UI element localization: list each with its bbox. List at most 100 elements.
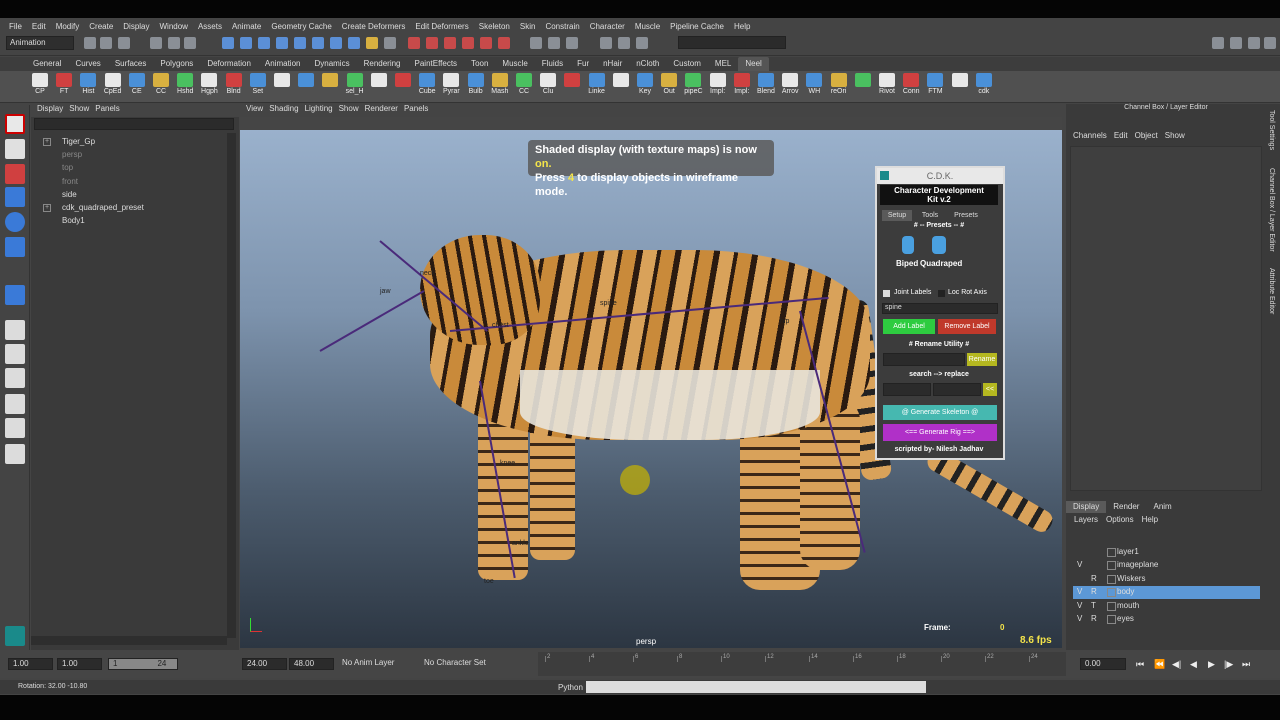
viewport-menu-lighting[interactable]: Lighting [305, 104, 333, 117]
render-view-icon[interactable] [480, 37, 492, 49]
lock-icon[interactable] [366, 37, 378, 49]
menu-animate[interactable]: Animate [232, 22, 261, 31]
persp-graph-icon[interactable] [5, 394, 25, 414]
expand-toggle-icon[interactable]: + [43, 138, 51, 146]
add-label-button[interactable]: Add Label [883, 319, 935, 334]
shelf-tool-button[interactable]: Linke [587, 73, 607, 101]
layer-color-swatch[interactable] [1107, 601, 1116, 611]
menu-set-select[interactable]: Animation [6, 36, 74, 50]
single-pane-icon[interactable] [5, 320, 25, 340]
shelf-tab-general[interactable]: General [26, 57, 68, 71]
outliner-item[interactable]: Tiger_Gp [62, 137, 95, 146]
outliner-menu-display[interactable]: Display [37, 104, 63, 117]
hypershade-layout-icon[interactable] [5, 418, 25, 438]
persp-outliner-icon[interactable] [5, 368, 25, 388]
open-scene-icon[interactable] [100, 37, 112, 49]
show-tool-settings-icon[interactable] [566, 37, 578, 49]
input-ops-icon[interactable] [384, 37, 396, 49]
new-scene-icon[interactable] [84, 37, 96, 49]
start-time-field[interactable]: 1.00 [8, 658, 53, 670]
shelf-tab-fur[interactable]: Fur [570, 57, 596, 71]
shelf-tool-button[interactable] [320, 73, 340, 101]
shelf-tool-button[interactable]: FT [54, 73, 74, 101]
quadraped-preset-icon[interactable] [932, 236, 946, 254]
select-object-icon[interactable] [168, 37, 180, 49]
shelf-tool-button[interactable] [369, 73, 389, 101]
display-layer-row[interactable]: layer1 [1073, 546, 1260, 559]
menu-character[interactable]: Character [590, 22, 625, 31]
viewport-menu-view[interactable]: View [246, 104, 263, 117]
shelf-tool-button[interactable] [296, 73, 316, 101]
shelf-tool-button[interactable]: Impl: [732, 73, 752, 101]
anim-end-field[interactable]: 48.00 [289, 658, 334, 670]
shelf-tool-button[interactable]: Arrov [780, 73, 800, 101]
rename-input[interactable] [883, 353, 965, 366]
shelf-tool-button[interactable]: Key [635, 73, 655, 101]
shelf-tab-curves[interactable]: Curves [68, 57, 107, 71]
cdk-window-title[interactable]: C.D.K. [877, 168, 1003, 184]
viewport-menu-renderer[interactable]: Renderer [365, 104, 398, 117]
display-layer-row[interactable]: V Reyes [1073, 613, 1260, 626]
channel-menu-object[interactable]: Object [1135, 131, 1158, 143]
layer-type-toggle[interactable]: R [1091, 574, 1097, 583]
shelf-tab-mel[interactable]: MEL [708, 57, 738, 71]
snap-surface-icon[interactable] [276, 37, 288, 49]
shelf-tool-button[interactable]: Pyrar [441, 73, 461, 101]
search-replace-button[interactable]: << [983, 383, 997, 396]
shelf-tool-button[interactable]: reOri [829, 73, 849, 101]
layer-visibility-toggle[interactable]: V [1077, 601, 1082, 610]
outliner-item[interactable]: persp [62, 150, 82, 159]
layer-tab-display[interactable]: Display [1066, 501, 1107, 513]
generate-skeleton-button[interactable]: @ Generate Skeleton @ [883, 405, 997, 420]
shelf-tool-button[interactable] [950, 73, 970, 101]
layer-menu-layers[interactable]: Layers [1074, 515, 1098, 527]
replace-input[interactable] [933, 383, 981, 396]
shelf-tool-button[interactable]: sel_H [345, 73, 365, 101]
menu-help[interactable]: Help [734, 22, 750, 31]
render-frame-icon[interactable] [408, 37, 420, 49]
menu-skin[interactable]: Skin [520, 22, 536, 31]
custom-layout-icon[interactable] [5, 444, 25, 464]
anim-layer-select[interactable]: No Anim Layer [338, 658, 418, 670]
ipr-render-icon[interactable] [426, 37, 438, 49]
shelf-tool-button[interactable]: CC [151, 73, 171, 101]
cdk-tab-tools[interactable]: Tools [916, 210, 944, 221]
shelf-tool-button[interactable]: Out [659, 73, 679, 101]
shelf-tool-button[interactable]: CpEd [103, 73, 123, 101]
scale-tool-icon[interactable] [5, 237, 25, 257]
side-tab-channel-box[interactable]: Channel Box / Layer Editor [1268, 168, 1275, 252]
history-icon[interactable] [330, 37, 342, 49]
snap-grid-icon[interactable] [222, 37, 234, 49]
hypershade-icon[interactable] [462, 37, 474, 49]
rename-button[interactable]: Rename [967, 353, 997, 366]
shelf-tool-button[interactable]: Hshd [175, 73, 195, 101]
shelf-tool-button[interactable] [853, 73, 873, 101]
snap-curve-icon[interactable] [240, 37, 252, 49]
shelf-tool-button[interactable]: Clu [538, 73, 558, 101]
loc-rot-axis-checkbox[interactable] [938, 290, 945, 297]
cdk-tab-setup[interactable]: Setup [882, 210, 912, 221]
outliner-item[interactable]: front [62, 177, 78, 186]
layer-menu-help[interactable]: Help [1142, 515, 1158, 527]
menu-geometry-cache[interactable]: Geometry Cache [271, 22, 331, 31]
snap-plane-icon[interactable] [294, 37, 306, 49]
step-back-key-icon[interactable]: ⏪ [1154, 659, 1165, 670]
panel-layout-icon[interactable] [600, 37, 612, 49]
select-component-icon[interactable] [184, 37, 196, 49]
layer-type-toggle[interactable]: R [1091, 587, 1097, 596]
panel-layout-3-icon[interactable] [636, 37, 648, 49]
shelf-tool-button[interactable]: Hist [78, 73, 98, 101]
range-start-field[interactable]: 1.00 [57, 658, 102, 670]
outliner-horizontal-scrollbar[interactable] [31, 636, 227, 645]
shelf-tool-button[interactable]: WH [804, 73, 824, 101]
joint-labels-checkbox[interactable] [883, 290, 890, 297]
menu-create-deformers[interactable]: Create Deformers [342, 22, 406, 31]
shelf-tool-button[interactable]: Conn [901, 73, 921, 101]
display-layer-row[interactable]: V Tmouth [1073, 600, 1260, 613]
step-forward-frame-icon[interactable]: |▶ [1224, 659, 1233, 670]
shelf-tab-ncloth[interactable]: nCloth [629, 57, 666, 71]
joint-type-select[interactable]: spine [882, 303, 998, 314]
menu-create[interactable]: Create [89, 22, 113, 31]
outliner-search-input[interactable] [34, 118, 234, 130]
range-end-field[interactable]: 24.00 [242, 658, 287, 670]
